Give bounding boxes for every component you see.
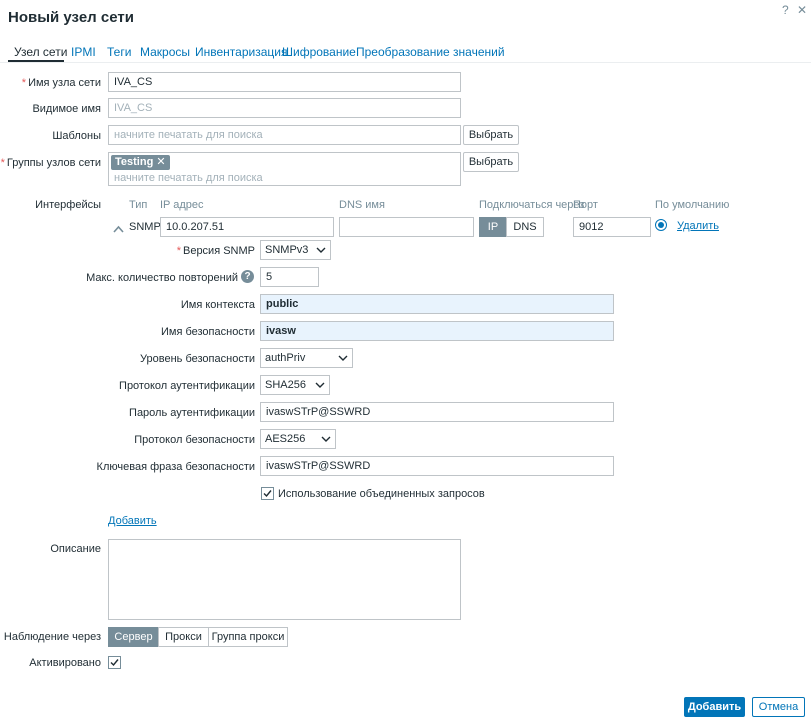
interfaces-header-ip: IP адрес — [160, 199, 204, 211]
privacy-passphrase-input[interactable] — [260, 456, 614, 476]
tab-encryption[interactable]: Шифрование — [282, 45, 356, 59]
chevron-down-icon — [315, 382, 325, 388]
chevron-down-icon — [338, 355, 348, 361]
interface-dns-input[interactable] — [339, 217, 474, 237]
max-repetitions-input[interactable] — [260, 267, 319, 287]
bulk-requests-checkbox[interactable] — [261, 487, 274, 500]
check-icon — [263, 490, 272, 498]
interfaces-header-type: Тип — [129, 199, 148, 211]
auth-passphrase-input[interactable] — [260, 402, 614, 422]
privacy-protocol-select[interactable]: AES256 — [260, 429, 336, 449]
templates-input[interactable] — [108, 125, 461, 145]
monitored-by-server[interactable]: Сервер — [108, 627, 159, 647]
interface-port-input[interactable] — [573, 217, 651, 237]
connect-ip-button[interactable]: IP — [479, 217, 507, 237]
default-interface-radio[interactable] — [655, 219, 667, 231]
tab-ipmi[interactable]: IPMI — [71, 45, 96, 59]
security-level-label: Уровень безопасности — [140, 353, 255, 365]
host-groups-label: * Группы узлов сети — [0, 157, 101, 169]
chevron-up-icon[interactable] — [113, 222, 124, 236]
context-name-input[interactable] — [260, 294, 614, 314]
security-name-label: Имя безопасности — [160, 326, 255, 338]
monitored-by-label: Наблюдение через — [3, 631, 101, 643]
templates-select-button[interactable]: Выбрать — [463, 125, 519, 145]
interface-remove-link[interactable]: Удалить — [677, 220, 719, 232]
host-group-tag: Testing ✕ — [111, 155, 170, 170]
auth-protocol-select[interactable]: SHA256 — [260, 375, 330, 395]
tab-macros[interactable]: Макросы — [140, 45, 190, 59]
visible-name-input[interactable] — [108, 98, 461, 118]
connect-dns-button[interactable]: DNS — [506, 217, 544, 237]
enabled-label: Активировано — [29, 657, 101, 669]
interfaces-header-dns: DNS имя — [339, 199, 385, 211]
tabs-divider — [0, 62, 811, 63]
auth-passphrase-label: Пароль аутентификации — [129, 407, 255, 419]
hostname-label: * Имя узла сети — [21, 77, 101, 89]
security-level-select[interactable]: authPriv — [260, 348, 353, 368]
visible-name-label: Видимое имя — [32, 103, 101, 115]
chevron-down-icon — [316, 247, 326, 253]
description-label: Описание — [50, 543, 101, 555]
templates-label: Шаблоны — [52, 130, 101, 142]
context-name-label: Имя контекста — [180, 299, 255, 311]
help-icon[interactable]: ? — [782, 3, 789, 17]
description-textarea[interactable] — [108, 539, 461, 620]
help-icon[interactable]: ? — [241, 270, 254, 283]
interfaces-header-connect: Подключаться через — [479, 199, 585, 211]
privacy-protocol-label: Протокол безопасности — [134, 434, 255, 446]
snmp-version-label: * Версия SNMP — [176, 245, 255, 257]
active-tab-indicator — [8, 60, 64, 62]
interface-ip-input[interactable] — [160, 217, 334, 237]
tab-tags[interactable]: Теги — [107, 45, 131, 59]
add-host-button[interactable]: Добавить — [684, 697, 745, 717]
interface-type: SNMP — [129, 221, 161, 233]
remove-tag-icon[interactable]: ✕ — [156, 156, 165, 168]
bulk-requests-label: Использование объединенных запросов — [278, 488, 485, 500]
add-interface-link[interactable]: Добавить — [108, 515, 157, 527]
close-icon[interactable]: ✕ — [797, 3, 807, 17]
chevron-down-icon — [321, 436, 331, 442]
interfaces-header-default: По умолчанию — [655, 199, 730, 211]
enabled-checkbox[interactable] — [108, 656, 121, 669]
hostname-input[interactable] — [108, 72, 461, 92]
tab-host[interactable]: Узел сети — [14, 45, 67, 59]
auth-protocol-label: Протокол аутентификации — [119, 380, 255, 392]
snmp-version-select[interactable]: SNMPv3 — [260, 240, 331, 260]
dialog-title: Новый узел сети — [8, 9, 134, 26]
max-repetitions-label: Макс. количество повторений — [86, 272, 238, 284]
monitored-by-proxy[interactable]: Прокси — [158, 627, 209, 647]
check-icon — [110, 659, 119, 667]
host-groups-input[interactable] — [109, 171, 409, 185]
tab-value-mapping[interactable]: Преобразование значений — [356, 45, 505, 59]
cancel-button[interactable]: Отмена — [752, 697, 805, 717]
tab-inventory[interactable]: Инвентаризация — [195, 45, 287, 59]
monitored-by-proxy-group[interactable]: Группа прокси — [208, 627, 288, 647]
security-name-input[interactable] — [260, 321, 614, 341]
groups-select-button[interactable]: Выбрать — [463, 152, 519, 172]
interfaces-header-port: Порт — [573, 199, 598, 211]
privacy-passphrase-label: Ключевая фраза безопасности — [96, 461, 255, 473]
interfaces-label: Интерфейсы — [35, 199, 101, 211]
